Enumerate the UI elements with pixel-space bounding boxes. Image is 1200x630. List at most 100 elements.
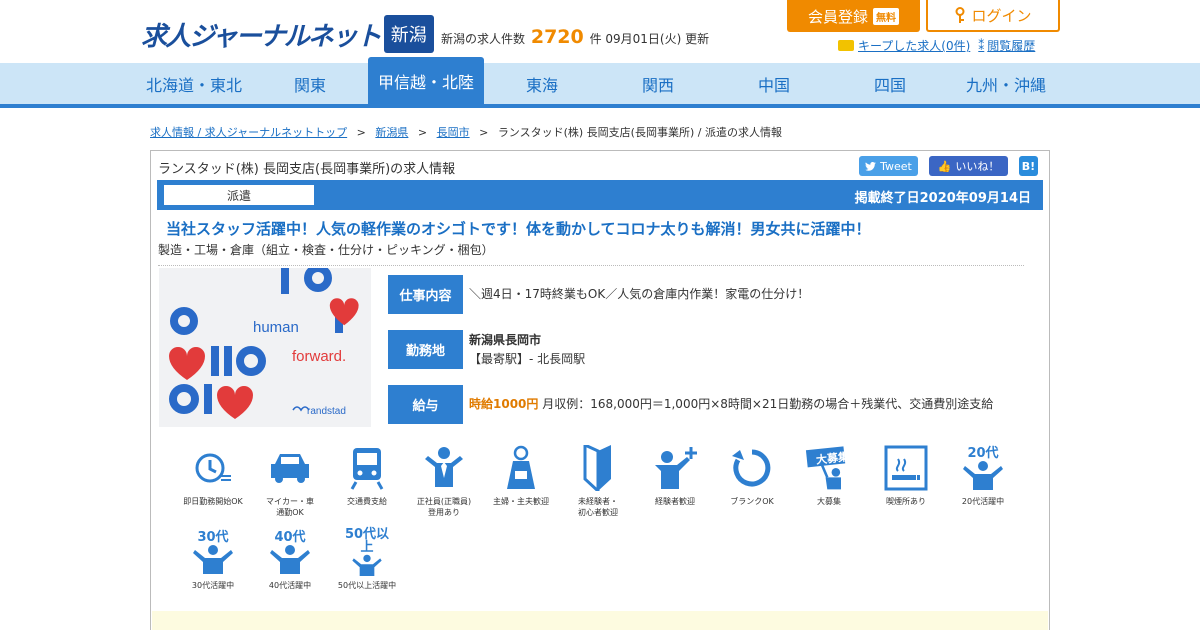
divider — [158, 265, 1024, 266]
detail-text-work: ＼週4日・17時終業もOK／人気の倉庫内作業！家電の仕分け！ — [469, 287, 810, 301]
like-button[interactable]: 👍 いいね！ — [929, 156, 1008, 176]
login-label: ログイン — [971, 6, 1032, 25]
photo-text-human: human — [253, 319, 299, 336]
location-main: 新潟県長岡市 — [469, 332, 542, 347]
region-badge: 新潟 — [383, 15, 434, 53]
blank-ok-icon — [732, 449, 771, 487]
footprint-icon: ⁑ — [978, 39, 985, 53]
nav-item-shikoku[interactable]: 四国 — [832, 63, 948, 104]
age-30s-tag: 30代 — [197, 529, 229, 545]
breadcrumb-sep: > — [417, 126, 428, 139]
photo-brand: randstad — [307, 406, 346, 417]
detail-text-salary: 時給1000円 月収例：168,000円＝1,000円×8時間×21日勤務の場合… — [469, 395, 993, 414]
age-30s-icon — [193, 544, 233, 574]
region-nav: 北海道・東北 関東 甲信越・北陸 東海 関西 中国 四国 九州・沖縄 — [0, 57, 1200, 108]
register-button[interactable]: 会員登録 無料 — [787, 0, 920, 32]
card-title: ランスタッド(株) 長岡支店(長岡事業所)の求人情報 — [158, 162, 456, 177]
feature-label: 交通費支給 — [347, 497, 387, 506]
feature-label: 主婦・主夫歓迎 — [493, 497, 549, 506]
randstad-ad-image: human forward. randstad — [159, 268, 371, 427]
breadcrumb-current: ランスタッド(株) 長岡支店(長岡事業所) / 派遣の求人情報 — [497, 126, 782, 139]
feature-transport-paid: 交通費支給 — [327, 444, 407, 507]
hatena-bookmark-button[interactable]: B! — [1019, 156, 1038, 176]
breadcrumb-top[interactable]: 求人情報 / 求人ジャーナルネットトップ — [150, 126, 347, 139]
nav-item-kansai[interactable]: 関西 — [600, 63, 716, 104]
feature-label: 30代活躍中 — [191, 581, 235, 590]
like-label: いいね！ — [955, 160, 1000, 173]
twitter-bird-icon — [865, 161, 877, 171]
photo-text-forward: forward. — [292, 348, 346, 365]
feature-label: 40代活躍中 — [268, 581, 312, 590]
nav-item-hokkaido-tohoku[interactable]: 北海道・東北 — [136, 63, 252, 104]
age-20s-tag: 20代 — [967, 445, 999, 461]
detail-label-location: 勤務地 — [388, 330, 463, 369]
nav-item-kanto[interactable]: 関東 — [252, 63, 368, 104]
feature-mass-hiring: 大募集 大募集 — [789, 444, 869, 507]
nav-item-koshinetsu-hokuriku[interactable]: 甲信越・北陸 — [368, 57, 484, 104]
feature-experienced: 経験者歓迎 — [635, 444, 715, 507]
salary-text: 月収例：168,000円＝1,000円×8時間×21日勤務の場合＋残業代、交通費… — [542, 397, 994, 411]
feature-age-30s: 30代 30代活躍中 — [173, 528, 253, 591]
feature-label: 喫煙所あり — [886, 497, 926, 506]
feature-label: マイカー・車 通勤OK — [266, 497, 314, 517]
detail-row-location: 勤務地 新潟県長岡市 【最寄駅】- 北長岡駅 — [388, 330, 585, 369]
yellow-panel — [152, 611, 1048, 630]
breadcrumb-prefecture[interactable]: 新潟県 — [375, 126, 408, 139]
tweet-label: Tweet — [880, 159, 912, 173]
detail-label-salary: 給与 — [388, 385, 463, 424]
employee-icon — [425, 447, 463, 487]
job-category: 製造・工場・倉庫（組立・検査・仕分け・ピッキング・梱包） — [158, 243, 494, 257]
history-link[interactable]: ⁑ 閲覧履歴 — [978, 37, 1035, 54]
feature-beginner: 未経験者・ 初心者歓迎 — [558, 444, 638, 518]
breadcrumb-city[interactable]: 長岡市 — [437, 126, 470, 139]
nav-item-kyushu-okinawa[interactable]: 九州・沖縄 — [948, 63, 1064, 104]
job-card: ランスタッド(株) 長岡支店(長岡事業所)の求人情報 Tweet 👍 いいね！ … — [150, 150, 1050, 630]
feature-label: 即日勤務開始OK — [183, 497, 243, 506]
nav-item-tokai[interactable]: 東海 — [484, 63, 600, 104]
feature-age-40s: 40代 40代活躍中 — [250, 528, 330, 591]
breadcrumb: 求人情報 / 求人ジャーナルネットトップ > 新潟県 > 長岡市 > ランスタッ… — [150, 124, 782, 140]
listing-end-date: 掲載終了日2020年09月14日 — [854, 191, 1031, 206]
login-button[interactable]: ログイン — [926, 0, 1060, 32]
job-count-suffix: 件 09月01日(火) 更新 — [589, 32, 710, 46]
feature-label: ブランクOK — [730, 497, 774, 506]
job-headline[interactable]: 当社スタッフ活躍中！人気の軽作業のオシゴトです！体を動かしてコロナ太りも解消！男… — [166, 218, 871, 239]
nav-item-chugoku[interactable]: 中国 — [716, 63, 832, 104]
apron-icon — [507, 445, 535, 489]
feature-age-50s: 50代以上 50代以上活躍中 — [327, 528, 407, 591]
kept-jobs-label: キープした求人(0件) — [858, 39, 971, 53]
age-20s-icon — [963, 460, 1003, 490]
employment-type: 派遣 — [164, 185, 314, 205]
job-count: 新潟の求人件数 2720 件 09月01日(火) 更新 — [441, 26, 709, 48]
job-status-band: 派遣 掲載終了日2020年09月14日 — [157, 180, 1043, 210]
tweet-button[interactable]: Tweet — [859, 156, 918, 176]
feature-label: 50代以上活躍中 — [337, 581, 397, 590]
beginner-mark-icon — [583, 445, 611, 491]
car-icon — [271, 454, 309, 483]
feature-label: 未経験者・ 初心者歓迎 — [578, 497, 618, 517]
mass-hiring-tag: 大募集 — [815, 450, 850, 467]
breadcrumb-sep: > — [479, 126, 489, 139]
feature-car-commute: マイカー・車 通勤OK — [250, 444, 330, 518]
feature-label: 正社員(正職員) 登用あり — [416, 497, 472, 517]
location-station: 【最寄駅】- 北長岡駅 — [469, 351, 586, 366]
feature-smoking-area: 喫煙所あり — [866, 444, 946, 507]
detail-row-work: 仕事内容 ＼週4日・17時終業もOK／人気の倉庫内作業！家電の仕分け！ — [388, 275, 809, 314]
age-50s-tag: 50代以上 — [344, 527, 390, 555]
clock-icon — [195, 453, 231, 483]
breadcrumb-sep: > — [356, 126, 366, 139]
folder-icon — [838, 40, 854, 51]
feature-label: 20代活躍中 — [961, 497, 1005, 506]
user-links: キープした求人(0件) ⁑ 閲覧履歴 — [838, 37, 1035, 54]
feature-homemaker: 主婦・主夫歓迎 — [481, 444, 561, 507]
thumbs-up-icon: 👍 — [937, 159, 952, 173]
detail-text-location: 新潟県長岡市 【最寄駅】- 北長岡駅 — [469, 331, 585, 369]
site-logo[interactable]: 求人ジャーナルネット 新潟 — [141, 15, 434, 53]
smoking-area-icon — [884, 445, 928, 491]
feature-label: 経験者歓迎 — [655, 497, 695, 506]
kept-jobs-link[interactable]: キープした求人(0件) — [838, 37, 970, 54]
key-icon — [955, 7, 965, 23]
salary-highlight: 時給1000円 — [469, 397, 539, 411]
age-40s-tag: 40代 — [274, 529, 306, 545]
register-label: 会員登録 — [807, 7, 868, 26]
